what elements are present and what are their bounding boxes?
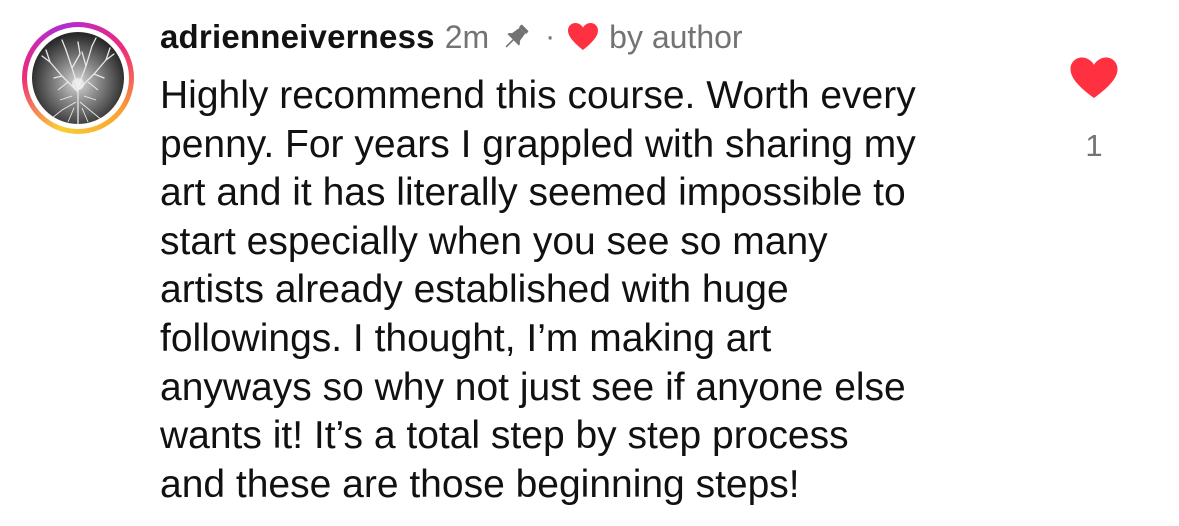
comment-header: adrienneiverness 2m · by author: [160, 14, 743, 60]
liked-by-author-label: by author: [609, 18, 743, 55]
separator-dot: ·: [545, 20, 556, 53]
avatar-story-ring: [27, 27, 129, 129]
avatar-image: [32, 32, 124, 124]
pin-icon: [499, 20, 533, 54]
like-count[interactable]: 1: [1060, 128, 1128, 164]
comment-item: adrienneiverness 2m · by author Highly r…: [0, 0, 1179, 526]
like-button[interactable]: [1069, 56, 1119, 100]
avatar[interactable]: [22, 22, 134, 134]
comment-body: Highly recommend this course. Worth ever…: [160, 74, 916, 506]
heart-icon: [567, 22, 599, 52]
timestamp: 2m: [444, 18, 490, 55]
tree-artwork-icon: [41, 37, 115, 124]
username-link[interactable]: adrienneiverness: [160, 18, 435, 56]
heart-icon: [1070, 57, 1118, 98]
